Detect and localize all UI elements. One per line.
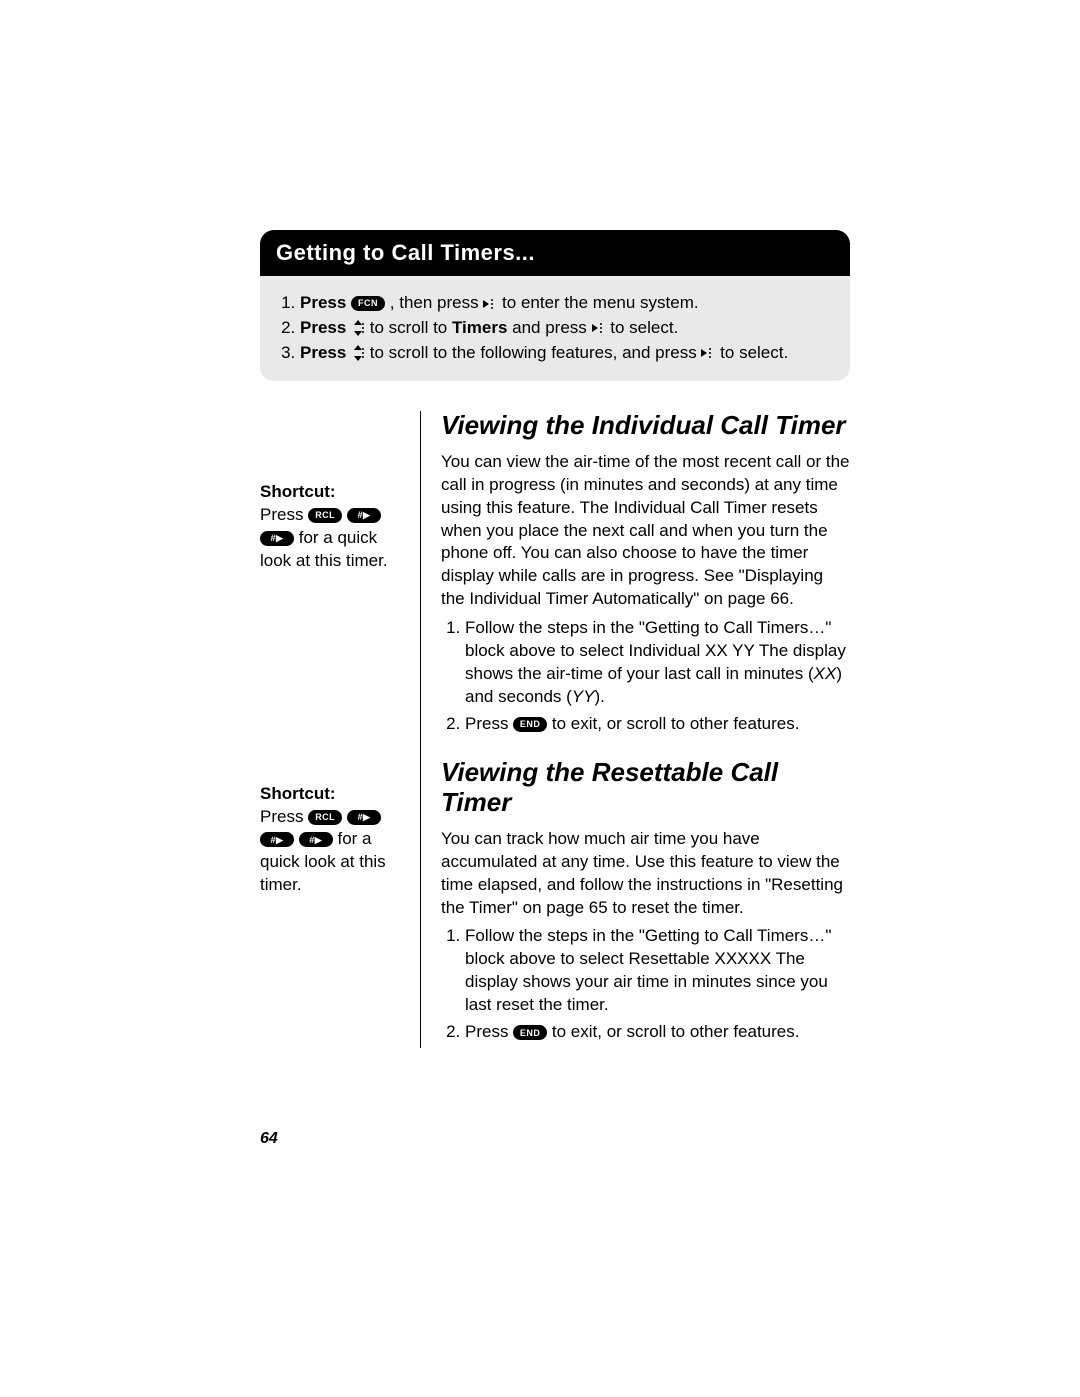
body-text: to exit, or scroll to other features. — [547, 1022, 799, 1041]
step-1: Press FCN , then press to enter the menu… — [300, 292, 832, 315]
sidebar-column: Shortcut: Press RCL #▶ #▶ for a quick lo… — [260, 411, 420, 1048]
hash-key-icon: #▶ — [260, 832, 294, 847]
step-text: , then press — [385, 293, 483, 312]
section-banner: Getting to Call Timers... — [260, 230, 850, 276]
step-text: to scroll to — [365, 318, 452, 337]
main-column: Viewing the Individual Call Timer You ca… — [421, 411, 850, 1048]
end-key-icon: END — [513, 717, 547, 732]
section2-step2: Press END to exit, or scroll to other fe… — [465, 1021, 850, 1044]
body-text: Follow the steps in the "Getting to Call… — [465, 618, 846, 683]
step-2: Press to scroll to Timers and press to s… — [300, 317, 832, 340]
section-heading-1: Viewing the Individual Call Timer — [441, 411, 850, 441]
right-arrow-icon — [592, 321, 606, 335]
shortcut-label: Shortcut: — [260, 784, 336, 803]
var-yy: YY — [572, 687, 595, 706]
right-arrow-icon — [701, 346, 715, 360]
hash-key-icon: #▶ — [299, 832, 333, 847]
shortcut-text: Press — [260, 807, 308, 826]
shortcut-1: Shortcut: Press RCL #▶ #▶ for a quick lo… — [260, 481, 410, 573]
two-column-layout: Shortcut: Press RCL #▶ #▶ for a quick lo… — [260, 411, 850, 1048]
step-press: Press — [300, 293, 351, 312]
section-heading-2: Viewing the Resettable Call Timer — [441, 758, 850, 818]
shortcut-label: Shortcut: — [260, 482, 336, 501]
step-text: to select. — [606, 318, 679, 337]
section1-step1: Follow the steps in the "Getting to Call… — [465, 617, 850, 709]
step-press: Press — [300, 343, 351, 362]
var-xx: XX — [814, 664, 837, 683]
rcl-key-icon: RCL — [308, 508, 342, 523]
fcn-key-icon: FCN — [351, 296, 385, 311]
shortcut-text: Press — [260, 505, 308, 524]
hash-key-icon: #▶ — [260, 531, 294, 546]
end-key-icon: END — [513, 1025, 547, 1040]
section2-step1: Follow the steps in the "Getting to Call… — [465, 925, 850, 1017]
shortcut-2: Shortcut: Press RCL #▶ #▶ #▶ for a quick… — [260, 783, 410, 898]
right-arrow-icon — [483, 297, 497, 311]
step-text: to scroll to the following features, and… — [365, 343, 701, 362]
step-text: and press — [507, 318, 591, 337]
hash-key-icon: #▶ — [347, 508, 381, 523]
body-text: ). — [594, 687, 604, 706]
body-text: Press — [465, 1022, 513, 1041]
step-text: to select. — [715, 343, 788, 362]
updown-arrow-icon — [351, 320, 365, 336]
step-press: Press — [300, 318, 351, 337]
page-number: 64 — [260, 1130, 278, 1148]
section1-step2: Press END to exit, or scroll to other fe… — [465, 713, 850, 736]
section1-para: You can view the air-time of the most re… — [441, 451, 850, 612]
manual-page: Getting to Call Timers... Press FCN , th… — [0, 0, 1080, 1397]
body-text: Press — [465, 714, 513, 733]
timers-label: Timers — [452, 318, 507, 337]
updown-arrow-icon — [351, 345, 365, 361]
rcl-key-icon: RCL — [308, 810, 342, 825]
hash-key-icon: #▶ — [347, 810, 381, 825]
section2-para: You can track how much air time you have… — [441, 828, 850, 920]
step-3: Press to scroll to the following feature… — [300, 342, 832, 365]
body-text: to exit, or scroll to other features. — [547, 714, 799, 733]
instruction-box: Press FCN , then press to enter the menu… — [260, 276, 850, 381]
step-text: to enter the menu system. — [497, 293, 698, 312]
